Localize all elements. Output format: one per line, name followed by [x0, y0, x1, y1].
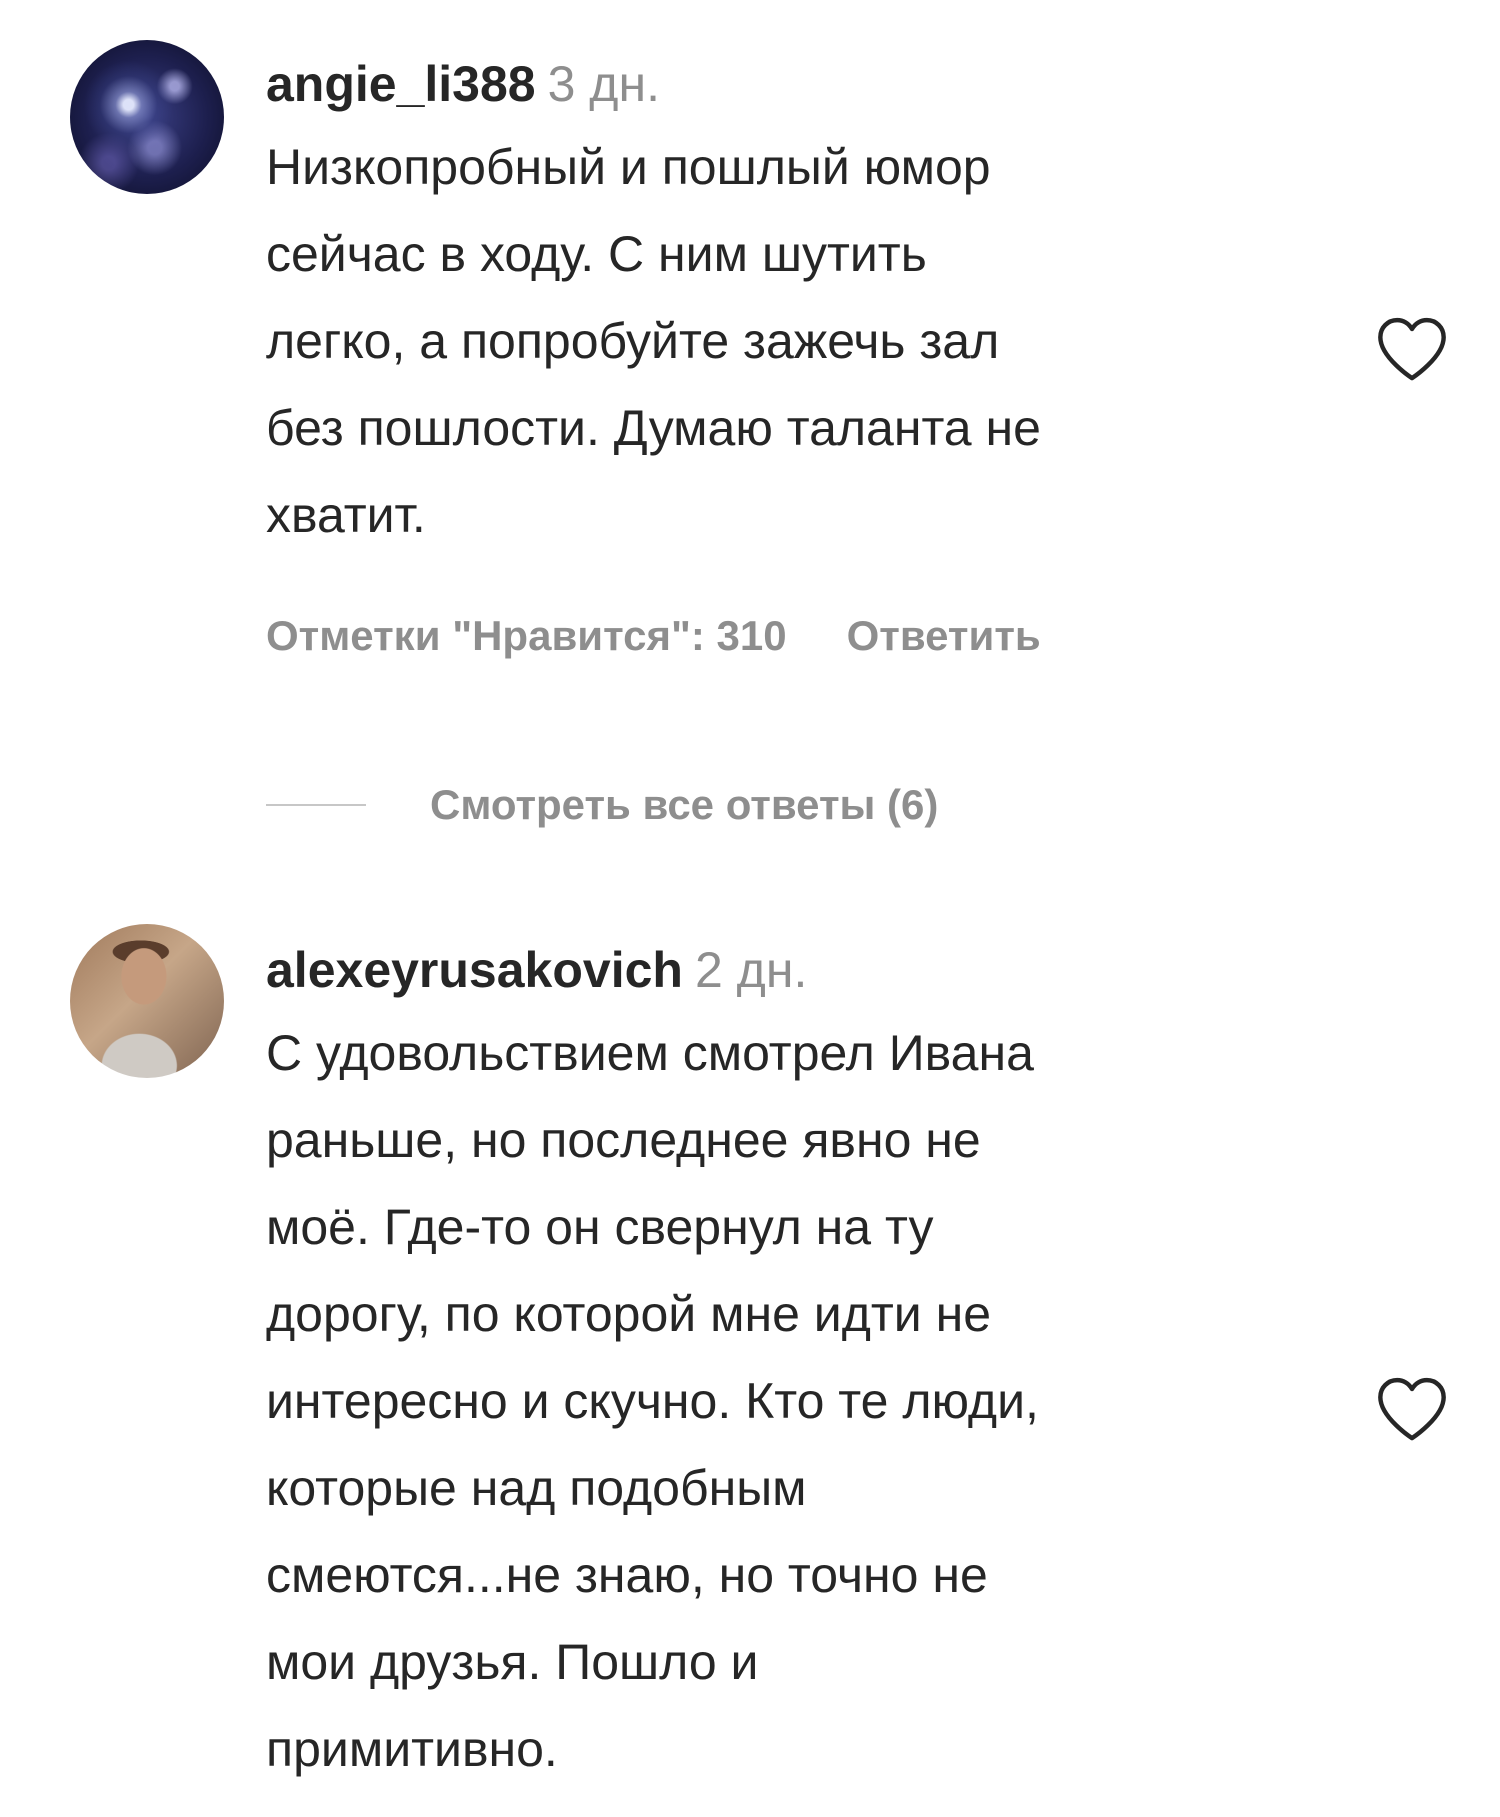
comment-body: angie_li388 3 дн. Низкопробный и пошлый ю…: [266, 44, 1306, 559]
view-replies[interactable]: Смотреть все ответы (6): [266, 775, 938, 835]
comment-actions: Отметки "Нравится": 310 Ответить: [266, 612, 1041, 660]
heart-outline-icon[interactable]: [1374, 313, 1450, 383]
view-replies-button[interactable]: Смотреть все ответы (6): [430, 781, 938, 829]
comment-body: alexeyrusakovich 2 дн. С удовольствием см…: [266, 930, 1306, 1793]
avatar[interactable]: [70, 40, 224, 194]
comment-text: С удовольствием смотрел Ивана раньше, но…: [266, 1025, 1039, 1777]
comment-timestamp: 2 дн.: [694, 942, 808, 998]
comment-header: angie_li388 3 дн.: [266, 44, 1306, 124]
comment-text: Низкопробный и пошлый юмор сейчас в ходу…: [266, 139, 1041, 543]
comment-timestamp: 3 дн.: [547, 56, 660, 112]
avatar[interactable]: [70, 924, 224, 1078]
username-link[interactable]: angie_li388: [266, 56, 536, 112]
reply-button[interactable]: Ответить: [847, 612, 1041, 659]
username-link[interactable]: alexeyrusakovich: [266, 942, 683, 998]
heart-outline-icon[interactable]: [1374, 1373, 1450, 1443]
comment-header: alexeyrusakovich 2 дн.: [266, 930, 1306, 1010]
likes-count-link[interactable]: Отметки "Нравится": 310: [266, 612, 787, 659]
replies-divider: [266, 804, 366, 806]
